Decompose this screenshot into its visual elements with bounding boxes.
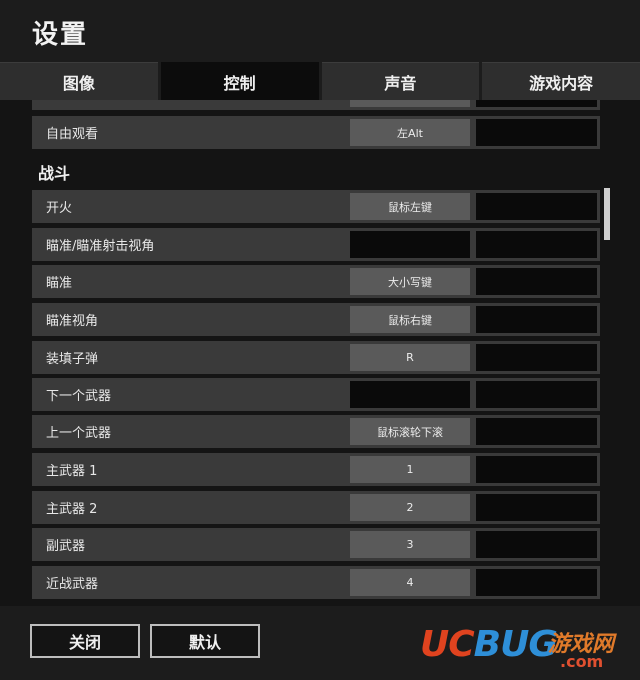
secondary-key-button[interactable] bbox=[476, 231, 597, 258]
tab-graphics[interactable]: 图像 bbox=[0, 62, 158, 100]
page-title: 设置 bbox=[32, 20, 89, 50]
primary-key-button[interactable]: R bbox=[350, 344, 470, 371]
keybind-label: 主武器 2 bbox=[46, 502, 98, 517]
keybind-row: 瞄准视角 鼠标右键 bbox=[32, 303, 600, 336]
section-title-combat: 战斗 bbox=[38, 164, 71, 183]
keybind-label: 瞄准/瞄准射击视角 bbox=[46, 239, 155, 254]
secondary-key-button[interactable] bbox=[476, 569, 597, 596]
keybind-row: 下一个武器 bbox=[32, 378, 600, 411]
keybind-label: 近战武器 bbox=[46, 577, 99, 592]
keybind-label: 开火 bbox=[46, 201, 73, 216]
primary-key-button[interactable]: 1 bbox=[350, 456, 470, 483]
secondary-key-button[interactable] bbox=[476, 306, 597, 333]
settings-list[interactable]: 自由观看 左Alt 战斗 开火 鼠标左键 瞄准/瞄准射击视角 瞄准 大小写键 瞄准视角 鼠标… bbox=[0, 100, 640, 606]
secondary-key-button[interactable] bbox=[476, 418, 597, 445]
primary-key-button[interactable]: 大小写键 bbox=[350, 268, 470, 295]
default-button[interactable]: 默认 bbox=[150, 624, 260, 658]
primary-key-button[interactable]: 左Alt bbox=[350, 119, 470, 146]
primary-key-button[interactable]: 2 bbox=[350, 494, 470, 521]
secondary-key-button[interactable] bbox=[476, 494, 597, 521]
tab-bar: 图像 控制 声音 游戏内容 bbox=[0, 62, 640, 100]
keybind-label: 副武器 bbox=[46, 539, 86, 554]
keybind-label: 上一个武器 bbox=[46, 426, 112, 441]
keybind-row: 开火 鼠标左键 bbox=[32, 190, 600, 223]
keybind-row: 瞄准/瞄准射击视角 bbox=[32, 228, 600, 261]
close-button[interactable]: 关闭 bbox=[30, 624, 140, 658]
keybind-row: 主武器 1 1 bbox=[32, 453, 600, 486]
secondary-key-button[interactable] bbox=[476, 193, 597, 220]
cut-off-row bbox=[32, 100, 600, 110]
secondary-key-button[interactable] bbox=[476, 119, 597, 146]
secondary-key-button[interactable] bbox=[476, 344, 597, 371]
tab-controls[interactable]: 控制 bbox=[160, 62, 319, 100]
tab-gameplay[interactable]: 游戏内容 bbox=[482, 62, 640, 100]
scrollbar-thumb[interactable] bbox=[604, 188, 610, 240]
keybind-row: 装填子弹 R bbox=[32, 341, 600, 374]
keybind-row: 上一个武器 鼠标滚轮下滚 bbox=[32, 415, 600, 448]
secondary-key-button[interactable] bbox=[476, 268, 597, 295]
keybind-label: 瞄准视角 bbox=[46, 314, 99, 329]
secondary-key-button[interactable] bbox=[476, 456, 597, 483]
primary-key-button[interactable]: 鼠标滚轮下滚 bbox=[350, 418, 470, 445]
primary-key-button[interactable]: 鼠标左键 bbox=[350, 193, 470, 220]
keybind-row-free-look: 自由观看 左Alt bbox=[32, 116, 600, 149]
keybind-row: 主武器 2 2 bbox=[32, 491, 600, 524]
primary-key-button[interactable]: 鼠标右键 bbox=[350, 306, 470, 333]
primary-key-button[interactable]: 4 bbox=[350, 569, 470, 596]
primary-key-button[interactable] bbox=[350, 231, 470, 258]
primary-key-button[interactable] bbox=[350, 381, 470, 408]
keybind-label: 主武器 1 bbox=[46, 464, 98, 479]
keybind-row: 副武器 3 bbox=[32, 528, 600, 561]
keybind-label: 自由观看 bbox=[46, 127, 99, 142]
keybind-label: 瞄准 bbox=[46, 276, 73, 291]
keybind-label: 下一个武器 bbox=[46, 389, 112, 404]
tab-sound[interactable]: 声音 bbox=[321, 62, 480, 100]
site-watermark-logo: UCBUG 游戏网 .com bbox=[420, 624, 615, 671]
secondary-key-button[interactable] bbox=[476, 381, 597, 408]
secondary-key-button[interactable] bbox=[476, 531, 597, 558]
keybind-row: 近战武器 4 bbox=[32, 566, 600, 599]
primary-key-button[interactable]: 3 bbox=[350, 531, 470, 558]
keybind-label: 装填子弹 bbox=[46, 352, 99, 367]
keybind-row: 瞄准 大小写键 bbox=[32, 265, 600, 298]
